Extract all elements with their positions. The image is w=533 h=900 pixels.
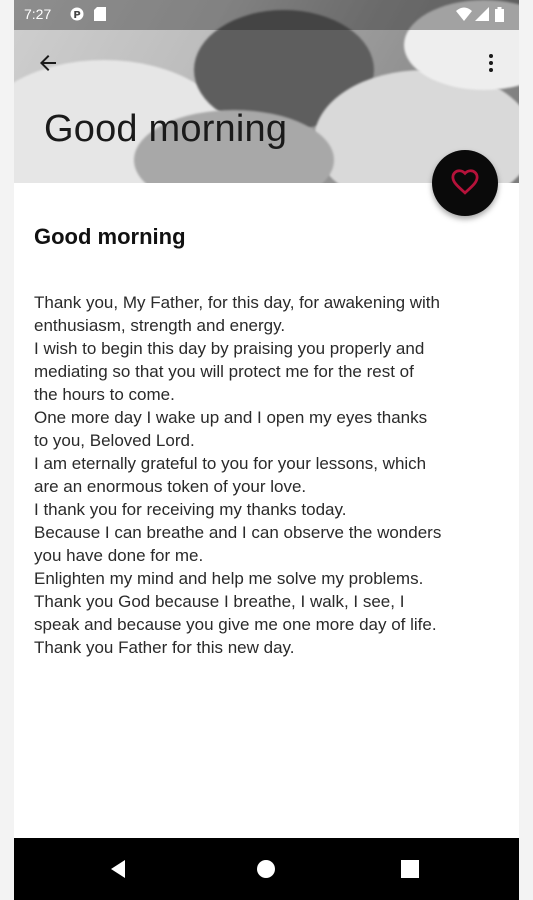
prayer-text-line: I am eternally grateful to you for your … <box>34 454 427 473</box>
app-screen: 7:27 P Good morning Good morning Thank y… <box>14 0 519 900</box>
prayer-text-line: enthusiasm, strength and energy. <box>34 316 286 335</box>
prayer-text-line: Thank you, My Father, for this day, for … <box>34 293 440 312</box>
sd-card-icon <box>94 7 106 25</box>
favorite-button[interactable] <box>432 150 498 216</box>
prayer-text-line: Thank you God because I breathe, I walk,… <box>34 592 405 611</box>
prayer-text-line: One more day I wake up and I open my eye… <box>34 408 428 427</box>
status-time: 7:27 <box>24 6 52 22</box>
nav-recents-icon[interactable] <box>398 857 422 881</box>
prayer-text-line: the hours to come. <box>34 385 175 404</box>
prayer-text-line: you have done for me. <box>34 546 204 565</box>
nav-back-icon[interactable] <box>107 857 131 881</box>
prayer-text-line: Thank you Father for this new day. <box>34 638 295 657</box>
notification-icon: P <box>70 7 84 25</box>
prayer-text-line: I thank you for receiving my thanks toda… <box>34 500 347 519</box>
heart-outline-icon <box>450 167 480 200</box>
battery-icon <box>495 7 504 26</box>
header-title: Good morning <box>44 108 288 150</box>
device-frame: 7:27 P Good morning Good morning Thank y… <box>0 0 533 900</box>
prayer-text: Thank you, My Father, for this day, for … <box>34 291 504 659</box>
more-vert-icon[interactable] <box>479 51 503 79</box>
prayer-text-line: to you, Beloved Lord. <box>34 431 195 450</box>
prayer-text-line: Enlighten my mind and help me solve my p… <box>34 569 424 588</box>
prayer-text-line: mediating so that you will protect me fo… <box>34 362 414 381</box>
content-title: Good morning <box>34 224 186 249</box>
wifi-icon <box>456 7 472 25</box>
header-image: 7:27 P Good morning <box>14 0 519 183</box>
back-arrow-icon[interactable] <box>36 51 60 79</box>
nav-home-icon[interactable] <box>254 857 278 881</box>
prayer-text-line: I wish to begin this day by praising you… <box>34 339 425 358</box>
system-nav-bar <box>14 838 519 900</box>
signal-icon <box>475 7 489 25</box>
prayer-text-line: Because I can breathe and I can observe … <box>34 523 442 542</box>
svg-text:P: P <box>73 10 80 21</box>
status-bar: 7:27 P <box>14 0 519 30</box>
prayer-text-line: are an enormous token of your love. <box>34 477 307 496</box>
prayer-text-line: speak and because you give me one more d… <box>34 615 437 634</box>
